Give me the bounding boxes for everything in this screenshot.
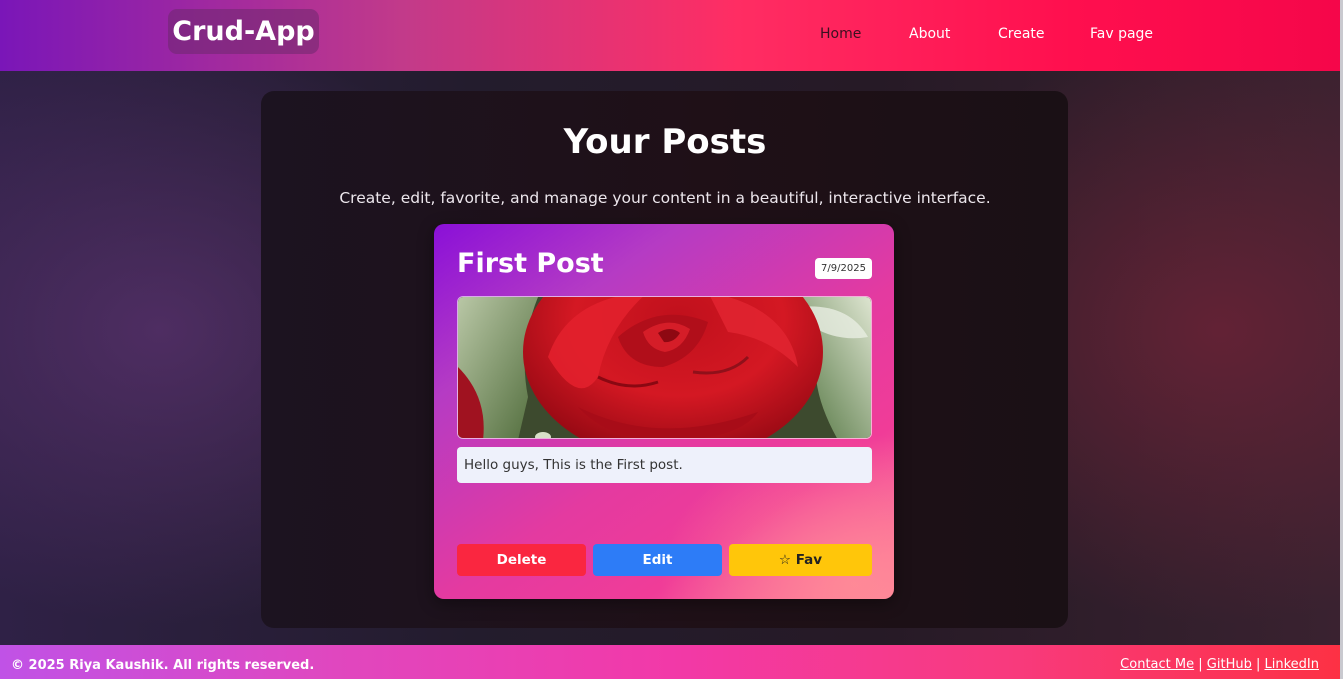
edit-button[interactable]: Edit	[593, 544, 722, 576]
footer-links: Contact Me | GitHub | LinkedIn	[1120, 657, 1319, 672]
post-title: First Post	[457, 248, 604, 279]
post-date-badge: 7/9/2025	[815, 258, 872, 279]
post-card: First Post 7/9/2025 Hello guys, This is …	[434, 224, 894, 599]
nav-link-about[interactable]: About	[909, 26, 950, 42]
nav-link-fav-page[interactable]: Fav page	[1090, 26, 1153, 42]
page-title: Your Posts	[563, 122, 767, 162]
navbar: Crud-App Home About Create Fav page	[0, 0, 1340, 71]
footer-link-github[interactable]: GitHub	[1207, 657, 1252, 672]
nav-link-create[interactable]: Create	[998, 26, 1045, 42]
footer-copyright: © 2025 Riya Kaushik. All rights reserved…	[11, 658, 315, 673]
footer-separator: |	[1198, 657, 1203, 672]
footer: © 2025 Riya Kaushik. All rights reserved…	[0, 645, 1340, 679]
nav-link-home[interactable]: Home	[820, 26, 861, 42]
rose-image	[457, 296, 872, 439]
footer-separator: |	[1255, 657, 1261, 672]
delete-button[interactable]: Delete	[457, 544, 586, 576]
footer-link-linkedin[interactable]: LinkedIn	[1265, 657, 1319, 672]
page-subtitle: Create, edit, favorite, and manage your …	[339, 189, 991, 207]
post-body: Hello guys, This is the First post.	[457, 447, 872, 483]
brand-logo[interactable]: Crud-App	[168, 9, 319, 54]
footer-link-contact[interactable]: Contact Me	[1120, 657, 1194, 672]
fav-button[interactable]: ☆ Fav	[729, 544, 872, 576]
